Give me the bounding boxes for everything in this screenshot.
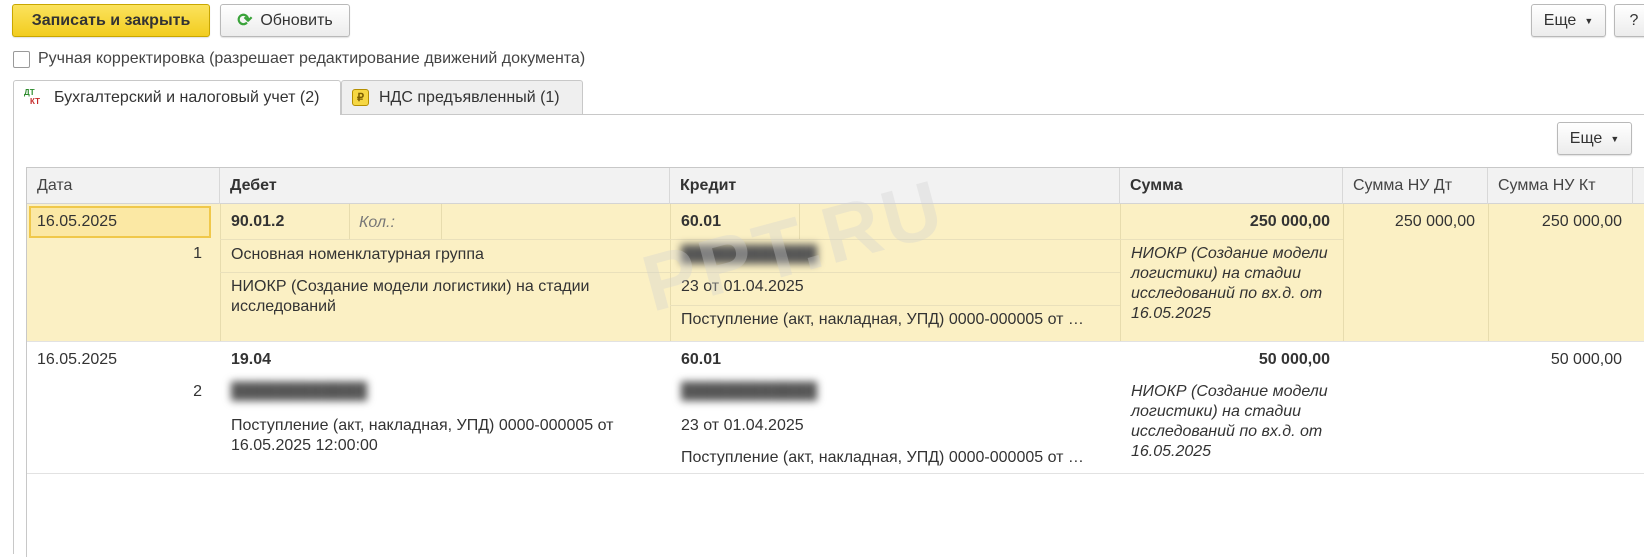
table-header: Дата Дебет Кредит Сумма Сумма НУ Дт Сумм… bbox=[27, 168, 1644, 204]
column-header-amount-nu-kt[interactable]: Сумма НУ Кт bbox=[1488, 168, 1633, 204]
debit-account: 90.01.2 bbox=[231, 213, 285, 230]
chevron-down-icon: ▼ bbox=[1610, 133, 1620, 144]
row-amount: 50 000,00 bbox=[1258, 351, 1330, 368]
refresh-label: Обновить bbox=[260, 11, 333, 29]
credit-subconto-1: ████████████ bbox=[681, 246, 818, 263]
tab-accounting-tax[interactable]: ДТ КТ Бухгалтерский и налоговый учет (2) bbox=[13, 80, 341, 115]
credit-subconto-1: ████████████ bbox=[681, 383, 818, 400]
credit-subconto-2: 23 от 01.04.2025 bbox=[681, 417, 804, 434]
row-date: 16.05.2025 bbox=[37, 213, 118, 230]
row-number: 1 bbox=[193, 245, 202, 262]
credit-subconto-2: 23 от 01.04.2025 bbox=[681, 278, 804, 295]
row-date: 16.05.2025 bbox=[37, 351, 118, 368]
manual-correction-checkbox[interactable] bbox=[13, 51, 30, 68]
tab-vat-presented-label: НДС предъявленный (1) bbox=[379, 88, 560, 106]
dt-kt-icon: ДТ КТ bbox=[24, 88, 40, 106]
more-button[interactable]: Еще ▼ bbox=[1531, 4, 1606, 37]
manual-correction-label: Ручная корректировка (разрешает редактир… bbox=[38, 50, 586, 67]
credit-subconto-3: Поступление (акт, накладная, УПД) 0000-0… bbox=[681, 449, 1084, 466]
amount-nu-dt: 250 000,00 bbox=[1394, 213, 1475, 230]
debit-subconto-1: ████████████ bbox=[231, 383, 368, 400]
amount-note: НИОКР (Создание модели логистики) на ста… bbox=[1131, 383, 1328, 460]
column-header-debit[interactable]: Дебет bbox=[220, 168, 670, 204]
row-number: 2 bbox=[193, 383, 202, 400]
more-label: Еще bbox=[1543, 11, 1577, 29]
refresh-icon: ⟳ bbox=[237, 10, 253, 30]
column-header-amount[interactable]: Сумма bbox=[1120, 168, 1343, 204]
debit-subconto-1: Основная номенклатурная группа bbox=[231, 246, 484, 263]
amount-note: НИОКР (Создание модели логистики) на ста… bbox=[1131, 245, 1328, 322]
row-amount: 250 000,00 bbox=[1249, 213, 1330, 230]
save-and-close-button[interactable]: Записать и закрыть bbox=[12, 4, 210, 37]
table-more-label: Еще bbox=[1569, 129, 1603, 147]
column-header-amount-nu-dt[interactable]: Сумма НУ Дт bbox=[1343, 168, 1488, 204]
help-button[interactable]: ? bbox=[1614, 4, 1644, 37]
credit-account: 60.01 bbox=[681, 351, 722, 368]
movements-table: Дата Дебет Кредит Сумма Сумма НУ Дт Сумм… bbox=[26, 167, 1644, 557]
amount-nu-kt: 250 000,00 bbox=[1541, 213, 1622, 230]
amount-nu-kt: 50 000,00 bbox=[1550, 351, 1622, 368]
column-header-date[interactable]: Дата bbox=[27, 168, 220, 204]
table-more-button[interactable]: Еще ▼ bbox=[1557, 122, 1632, 155]
tab-vat-presented[interactable]: ₽ НДС предъявленный (1) bbox=[341, 80, 583, 114]
debit-subconto-2: НИОКР (Создание модели логистики) на ста… bbox=[231, 278, 590, 315]
tab-accounting-tax-label: Бухгалтерский и налоговый учет (2) bbox=[54, 89, 320, 106]
credit-subconto-3: Поступление (акт, накладная, УПД) 0000-0… bbox=[681, 311, 1084, 328]
credit-account: 60.01 bbox=[681, 213, 722, 230]
vat-register-icon: ₽ bbox=[352, 89, 369, 106]
debit-account: 19.04 bbox=[231, 351, 272, 368]
refresh-button[interactable]: ⟳ Обновить bbox=[220, 4, 350, 37]
chevron-down-icon: ▼ bbox=[1584, 15, 1594, 26]
column-header-credit[interactable]: Кредит bbox=[670, 168, 1120, 204]
debit-qty-label: Кол.: bbox=[359, 214, 395, 231]
debit-subconto-2: Поступление (акт, накладная, УПД) 0000-0… bbox=[231, 417, 614, 454]
